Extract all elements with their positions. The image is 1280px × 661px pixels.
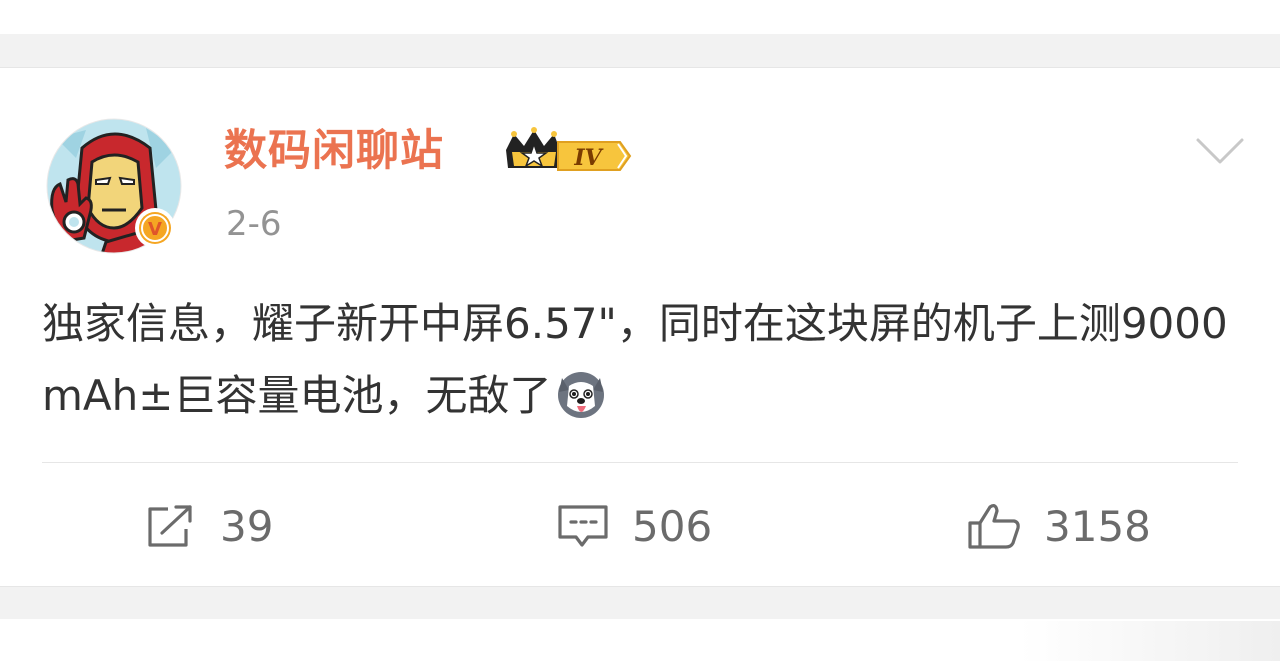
like-button[interactable]: 3158 (966, 496, 1151, 556)
top-spacer (0, 0, 1280, 34)
comment-count: 506 (632, 501, 713, 551)
repost-button[interactable]: 39 (146, 496, 273, 556)
repost-count: 39 (220, 501, 274, 551)
username[interactable]: 数码闲聊站 (224, 122, 444, 180)
post-text: 独家信息，耀子新开中屏6.57"，同时在这块屏的机子上测9000mAh±巨容量电… (42, 288, 1242, 432)
action-divider (42, 462, 1238, 463)
verified-badge-letter: V (148, 219, 162, 240)
comment-button[interactable]: 506 (556, 496, 712, 556)
repost-icon (148, 505, 192, 547)
post-time[interactable]: 2-6 (226, 202, 282, 246)
member-level-text: IV (573, 145, 603, 171)
post-card: V 数码闲聊站 IV 2-6 独家信息，耀子新开中屏6.57"，同时在这块屏的机… (0, 67, 1280, 587)
thumbs-up-icon (968, 504, 1020, 549)
husky-dog-emoji-icon (558, 372, 605, 418)
comment-icon (558, 505, 608, 547)
post-text-content: 独家信息，耀子新开中屏6.57"，同时在这块屏的机子上测9000mAh±巨容量电… (42, 299, 1228, 420)
member-level-badge-icon: IV (506, 127, 632, 171)
chevron-down-icon[interactable] (1194, 134, 1246, 168)
watermark-fade (1020, 621, 1280, 661)
verified-badge-icon: V (135, 208, 175, 248)
avatar[interactable]: V (46, 118, 182, 254)
like-count: 3158 (1044, 501, 1151, 551)
